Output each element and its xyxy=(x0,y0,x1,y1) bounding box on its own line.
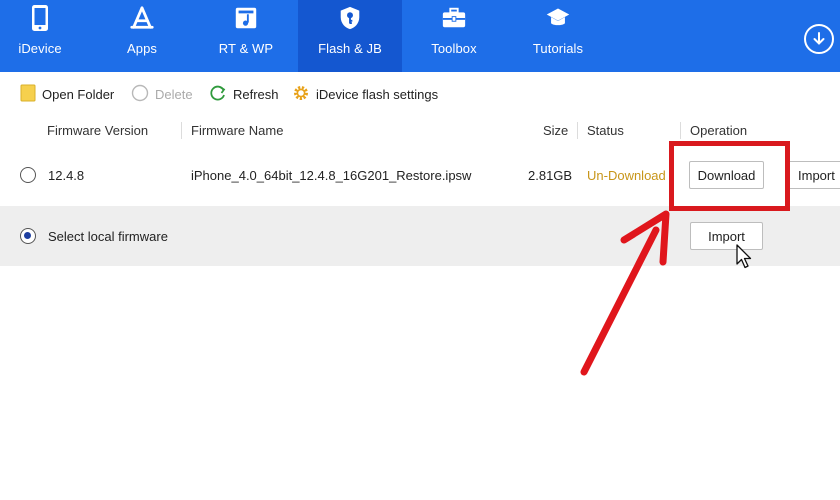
open-folder-label: Open Folder xyxy=(42,86,115,102)
import-button[interactable]: Import xyxy=(788,161,840,189)
local-firmware-radio[interactable] xyxy=(20,228,36,244)
app-store-icon xyxy=(129,5,155,31)
firmware-size: 2.81GB xyxy=(528,168,573,183)
firmware-status: Un-Download xyxy=(587,168,666,183)
phone-icon xyxy=(27,5,53,31)
nav-item-tutorials[interactable]: Tutorials xyxy=(506,0,610,72)
column-header-size: Size xyxy=(543,123,569,138)
toolbox-icon xyxy=(441,5,467,31)
delete-button[interactable]: Delete xyxy=(131,84,193,104)
column-header-name: Firmware Name xyxy=(191,123,284,138)
local-firmware-label: Select local firmware xyxy=(48,229,168,244)
gear-icon xyxy=(292,84,310,105)
download-circle-button[interactable] xyxy=(804,24,834,54)
nav-label: Flash & JB xyxy=(318,41,382,56)
local-firmware-row[interactable]: Select local firmware Import xyxy=(0,206,840,266)
refresh-button[interactable]: Refresh xyxy=(209,84,279,104)
nav-item-apps[interactable]: Apps xyxy=(90,0,194,72)
flash-settings-label: iDevice flash settings xyxy=(316,86,439,102)
nav-label: Toolbox xyxy=(431,41,477,56)
nav-label: Tutorials xyxy=(532,41,584,56)
highlight-box xyxy=(669,141,790,211)
refresh-icon xyxy=(209,84,227,105)
column-header-version: Firmware Version xyxy=(47,123,149,138)
key-shield-icon xyxy=(337,5,363,31)
open-folder-button[interactable]: Open Folder xyxy=(20,84,114,104)
top-navigation-bar: iDevice Apps RT & WP Flash & JB Toolbox … xyxy=(0,0,840,72)
column-header-status: Status xyxy=(587,123,624,138)
refresh-label: Refresh xyxy=(233,86,279,102)
nav-label: Apps xyxy=(126,41,158,56)
column-divider xyxy=(181,122,182,139)
folder-icon xyxy=(20,84,36,105)
firmware-toolbar: Open Folder Delete Refresh iDevice flash… xyxy=(0,72,840,116)
nav-label: iDevice xyxy=(18,41,62,56)
column-header-operation: Operation xyxy=(690,123,748,138)
firmware-radio[interactable] xyxy=(20,167,36,183)
red-arrow-annotation xyxy=(580,210,670,376)
nav-item-toolbox[interactable]: Toolbox xyxy=(402,0,506,72)
delete-icon xyxy=(131,84,149,105)
nav-item-flash-jb[interactable]: Flash & JB xyxy=(298,0,402,72)
nav-label: RT & WP xyxy=(218,41,274,56)
flash-settings-button[interactable]: iDevice flash settings xyxy=(292,84,438,104)
column-divider xyxy=(577,122,578,139)
column-divider xyxy=(680,122,681,139)
nav-item-rt-wp[interactable]: RT & WP xyxy=(194,0,298,72)
nav-item-idevice[interactable]: iDevice xyxy=(0,0,92,72)
delete-label: Delete xyxy=(155,86,193,102)
mouse-cursor-icon xyxy=(736,244,752,269)
music-note-icon xyxy=(233,5,259,31)
firmware-version: 12.4.8 xyxy=(48,168,85,183)
graduation-cap-icon xyxy=(545,5,571,31)
download-circle-icon xyxy=(813,32,825,45)
firmware-name: iPhone_4.0_64bit_12.4.8_16G201_Restore.i… xyxy=(191,168,472,183)
